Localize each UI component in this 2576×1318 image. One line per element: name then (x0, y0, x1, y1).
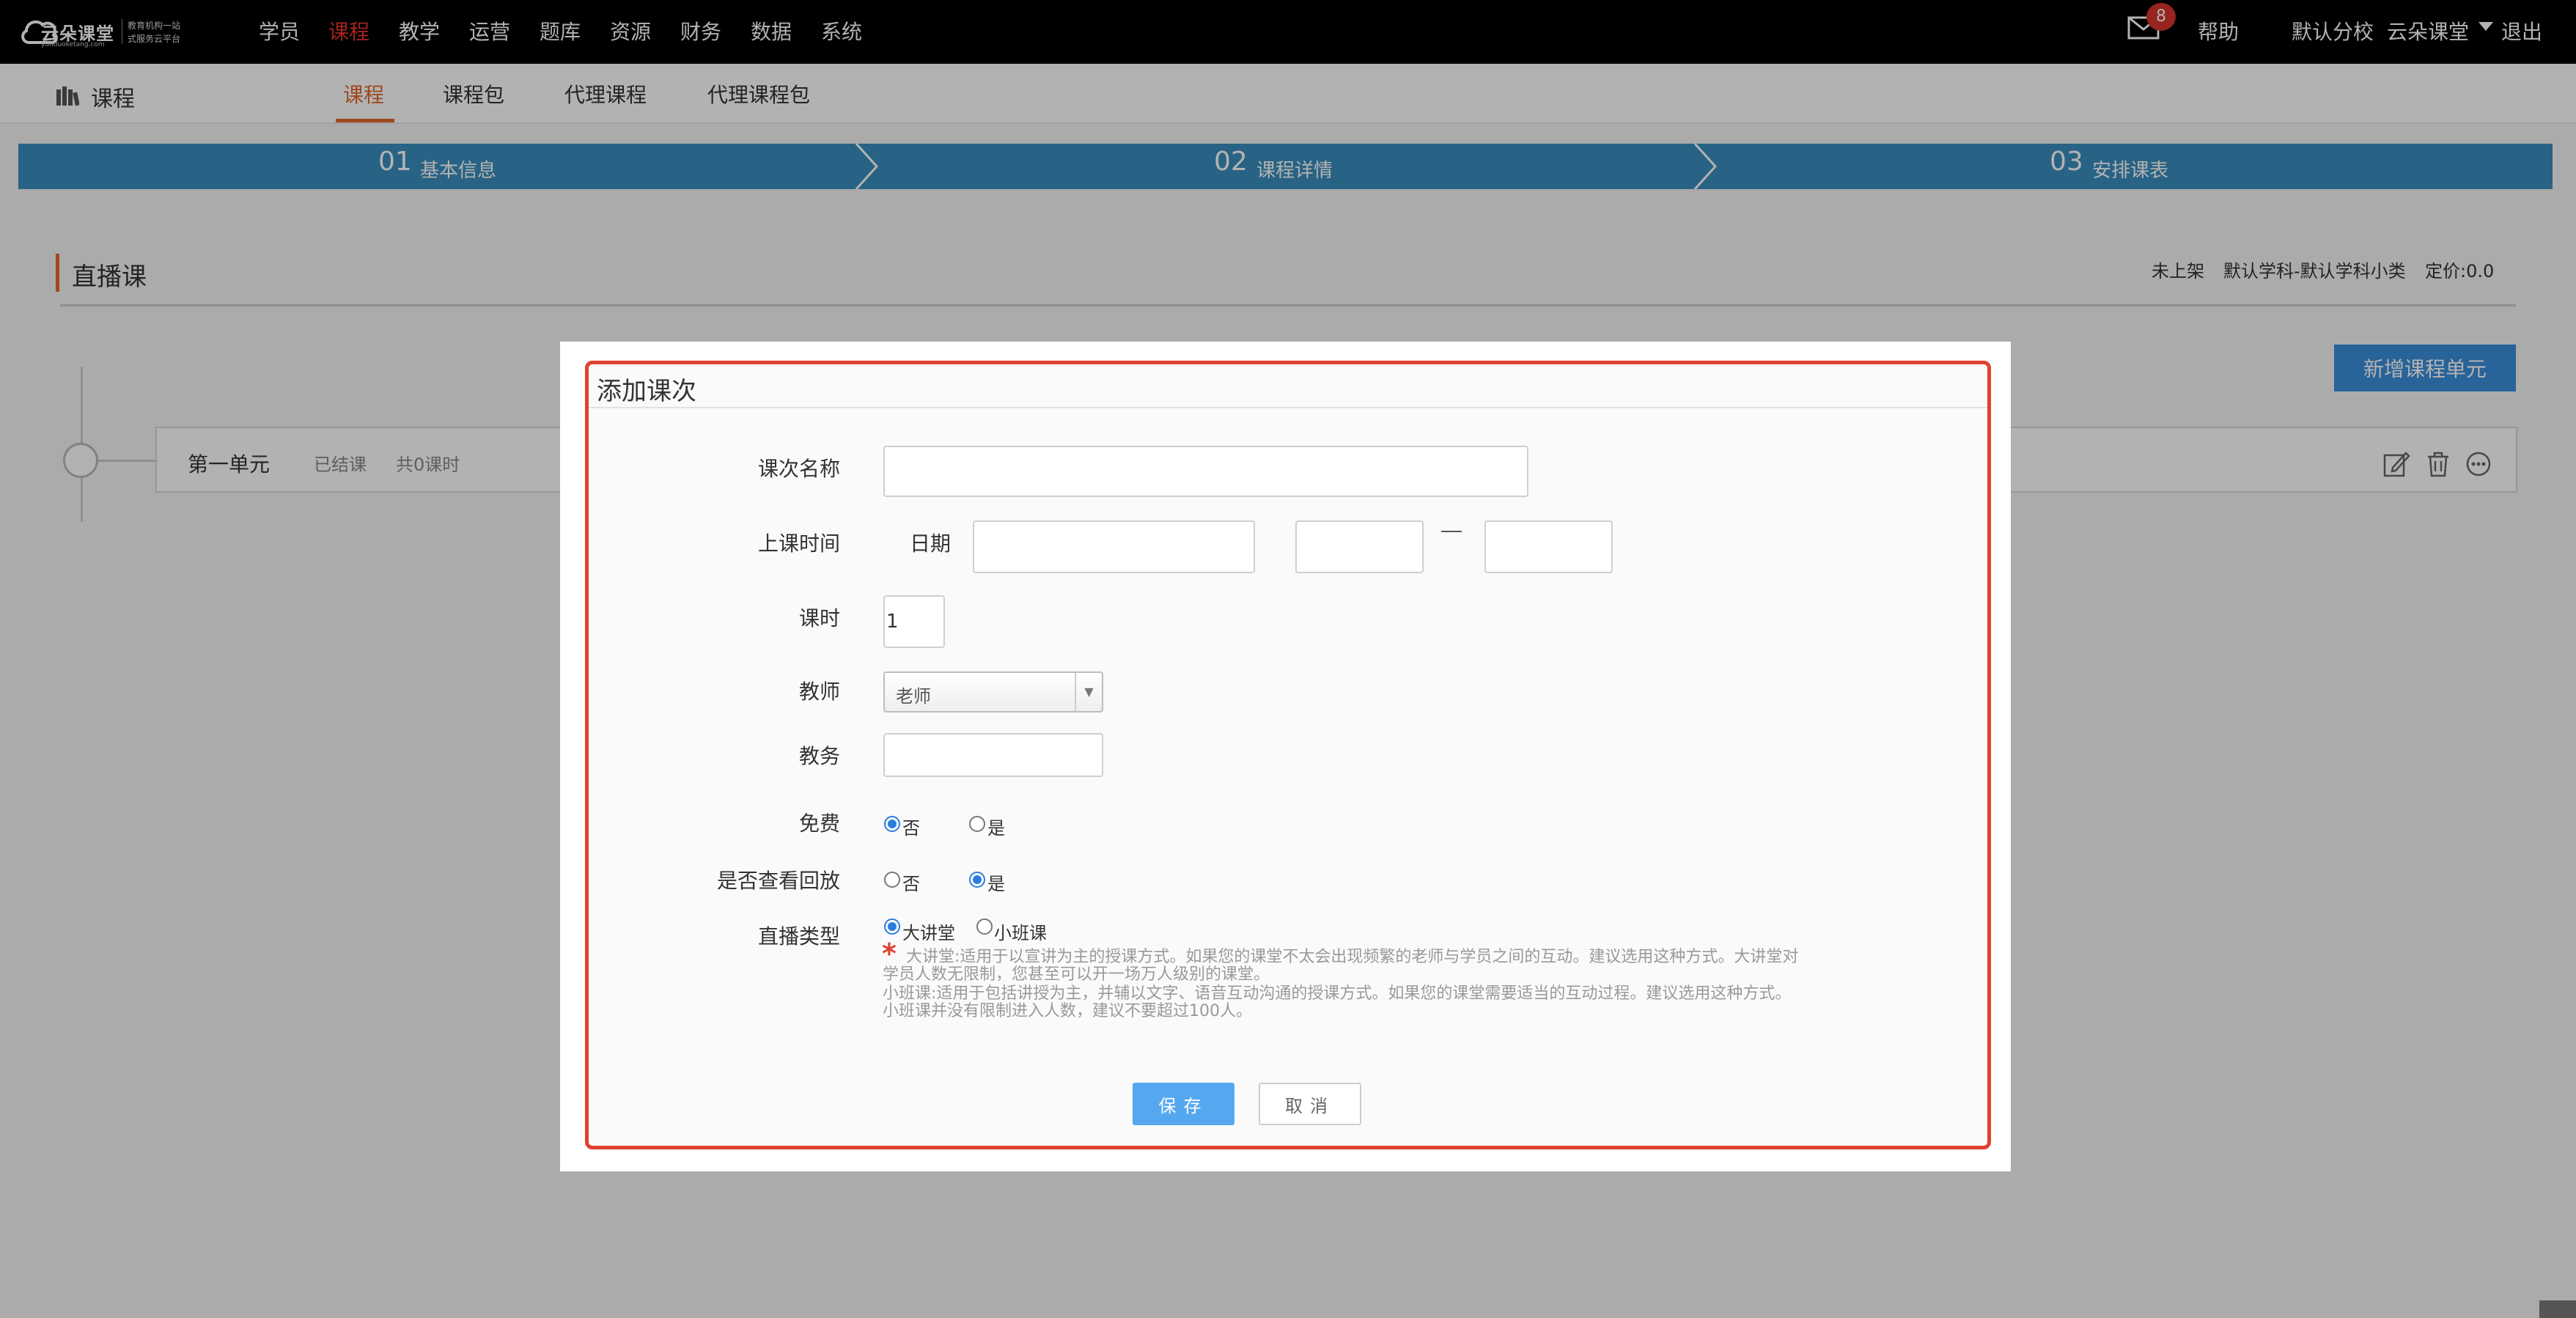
academic-affairs-input[interactable] (883, 733, 1103, 777)
free-no-radio[interactable] (884, 816, 900, 832)
lesson-name-input[interactable] (883, 446, 1528, 497)
save-button[interactable]: 保存 (1133, 1083, 1234, 1125)
corner-widget[interactable] (2539, 1300, 2576, 1318)
free-label: 免费 (798, 811, 840, 836)
cancel-button[interactable]: 取消 (1259, 1083, 1361, 1125)
replay-no-label[interactable]: 否 (902, 869, 920, 895)
replay-no-radio[interactable] (884, 872, 900, 888)
free-yes-radio[interactable] (969, 816, 985, 832)
hint-small-class-line2: 小班课并没有限制进入人数，建议不要超过100人。 (883, 1002, 1252, 1020)
end-time-input[interactable] (1484, 520, 1613, 573)
replay-label: 是否查看回放 (716, 869, 840, 893)
live-type-small-class-radio[interactable] (976, 918, 993, 935)
dropdown-arrow-icon[interactable]: ▼ (1075, 673, 1102, 711)
teacher-label: 教师 (798, 680, 840, 704)
lesson-name-label: 课次名称 (757, 457, 840, 481)
live-type-label: 直播类型 (757, 924, 840, 949)
date-label: 日期 (910, 531, 952, 556)
class-time-label: 上课时间 (757, 531, 840, 556)
date-input[interactable] (973, 520, 1255, 573)
replay-yes-label[interactable]: 是 (987, 869, 1005, 895)
start-time-input[interactable] (1295, 520, 1424, 573)
lesson-hours-label: 课时 (798, 606, 840, 630)
academic-affairs-label: 教务 (798, 744, 840, 768)
free-no-label[interactable]: 否 (902, 814, 920, 839)
lesson-hours-input[interactable] (883, 595, 945, 648)
dialog-title: 添加课次 (597, 377, 696, 406)
time-range-separator (1441, 531, 1462, 532)
free-yes-label[interactable]: 是 (987, 814, 1005, 839)
live-type-lecture-radio[interactable] (884, 918, 900, 935)
dialog-title-divider (589, 407, 1987, 408)
teacher-select-value: 老师 (896, 686, 931, 707)
live-type-small-class-label[interactable]: 小班课 (994, 918, 1047, 944)
live-type-lecture-label[interactable]: 大讲堂 (902, 918, 955, 944)
replay-yes-radio[interactable] (969, 872, 985, 888)
